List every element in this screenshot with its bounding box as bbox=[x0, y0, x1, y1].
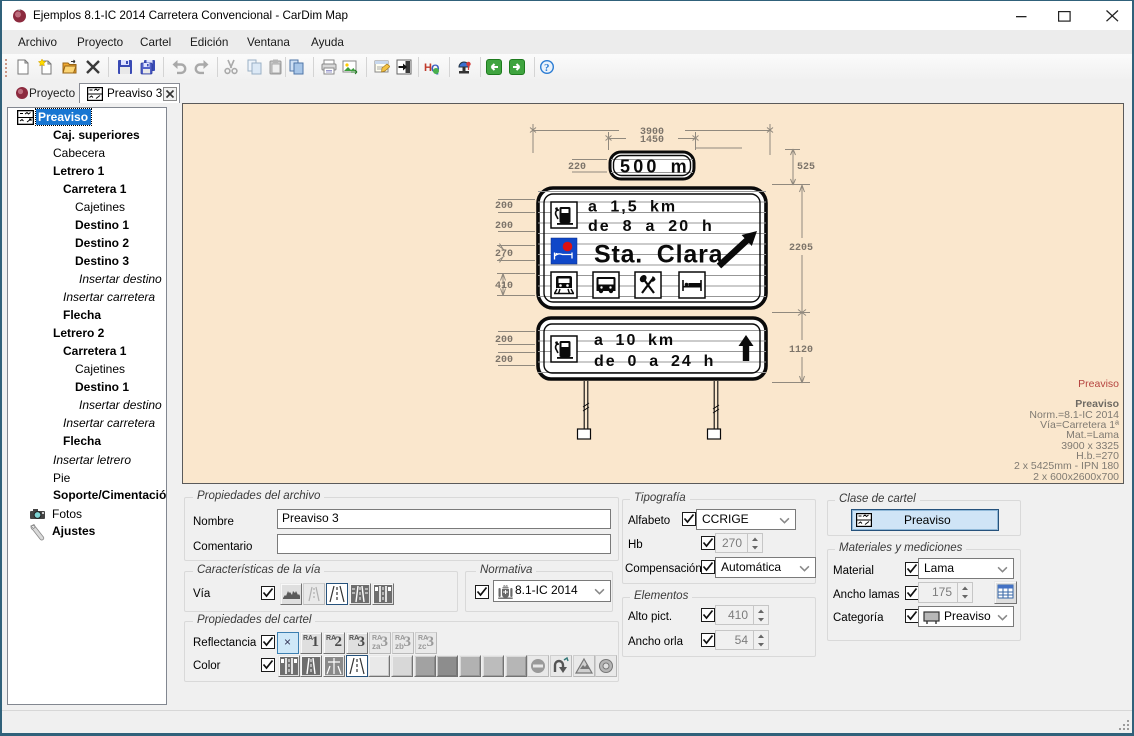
svg-text:Sta. Clara: Sta. Clara bbox=[594, 241, 724, 269]
svg-text:?: ? bbox=[544, 62, 550, 74]
svg-text:200: 200 bbox=[495, 335, 513, 346]
svg-text:500m: 500m bbox=[620, 157, 690, 177]
svg-text:1120: 1120 bbox=[789, 345, 813, 356]
svg-text:200: 200 bbox=[495, 221, 513, 232]
svg-text:525: 525 bbox=[797, 162, 815, 173]
svg-text:200: 200 bbox=[495, 201, 513, 212]
svg-text:220: 220 bbox=[568, 162, 586, 173]
svg-text:a 10 km: a 10 km bbox=[594, 332, 675, 349]
svg-text:410: 410 bbox=[495, 281, 513, 292]
svg-text:2205: 2205 bbox=[789, 243, 813, 254]
svg-text:de 8 a 20 h: de 8 a 20 h bbox=[588, 218, 714, 235]
svg-text:a 1,5 km: a 1,5 km bbox=[588, 199, 677, 216]
svg-text:1450: 1450 bbox=[640, 135, 664, 146]
svg-text:200: 200 bbox=[495, 355, 513, 366]
svg-text:de 0 a 24 h: de 0 a 24 h bbox=[594, 353, 715, 370]
svg-text:270: 270 bbox=[495, 249, 513, 260]
